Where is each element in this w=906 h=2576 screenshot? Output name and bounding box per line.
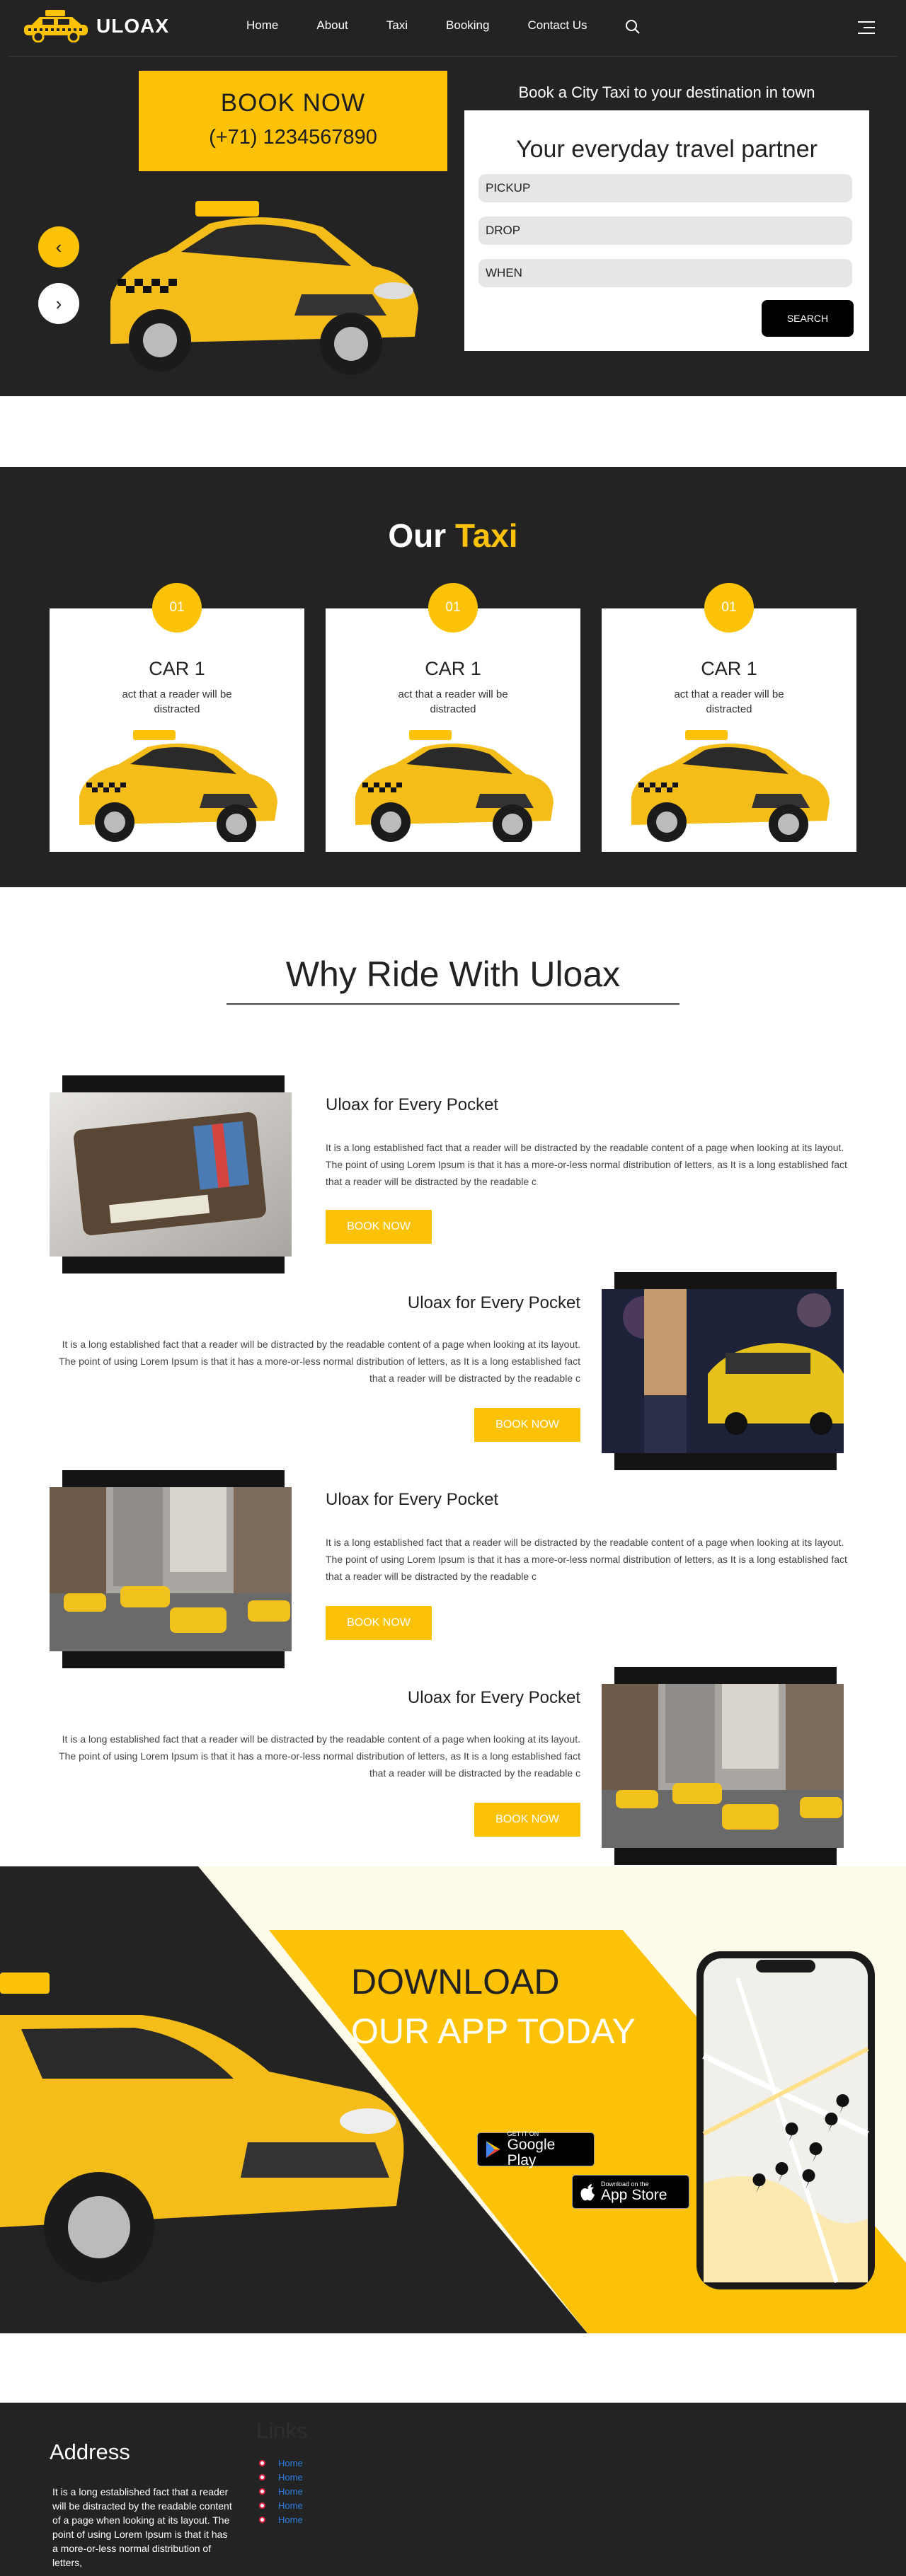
app-store-text: Download on the App Store: [601, 2181, 667, 2203]
our-taxi-title: Our Taxi: [0, 516, 906, 555]
footer-address-text: It is a long established fact that a rea…: [52, 2486, 232, 2568]
logo-text: ULOAX: [96, 15, 169, 37]
card-number-badge: 01: [428, 583, 478, 633]
card-description: act that a reader will be distracted: [674, 688, 784, 715]
book-now-box[interactable]: BOOK NOW (+71) 1234567890: [139, 71, 447, 171]
feature-text: It is a long established fact that a rea…: [59, 1339, 580, 1384]
feature-text: It is a long established fact that a rea…: [326, 1537, 847, 1582]
nav-about[interactable]: About: [316, 18, 348, 33]
footer-link[interactable]: Home: [278, 2500, 303, 2511]
nav-home[interactable]: Home: [246, 18, 278, 33]
footer-link-item: Home: [259, 2512, 303, 2526]
search-icon: [626, 20, 640, 34]
book-now-button[interactable]: BOOK NOW: [474, 1803, 580, 1837]
hero-section: ULOAX Home About Taxi Booking Contact Us…: [0, 0, 906, 396]
google-play-big: Google Play: [507, 2137, 556, 2168]
search-submit-button[interactable]: SEARCH: [762, 300, 854, 337]
why-section-title: Why Ride With Uloax: [285, 954, 621, 994]
booking-form-heading: Your everyday travel partner: [516, 136, 818, 163]
top-navbar: ULOAX Home About Taxi Booking Contact Us: [8, 0, 898, 57]
title-white-part: Our: [388, 517, 447, 554]
download-heading-line1: DOWNLOAD: [351, 1962, 560, 2002]
wallet-image: [50, 1092, 292, 1257]
title-underline: [226, 1003, 680, 1005]
booking-form-caption: Book a City Taxi to your destination in …: [518, 83, 815, 101]
hero-taxi-image: [110, 201, 418, 375]
footer-link-item: Home: [259, 2470, 303, 2484]
phone-map-mockup: [696, 1951, 875, 2289]
taxi-car-image: [631, 730, 830, 842]
google-play-text: GET IT ON Google Play: [508, 2130, 587, 2168]
footer-link-item: Home: [259, 2498, 303, 2512]
search-button[interactable]: [624, 18, 641, 39]
feature-title: Uloax for Every Pocket: [407, 1688, 580, 1707]
pickup-input[interactable]: [478, 174, 852, 202]
card-title: CAR 1: [701, 658, 757, 679]
card-number-badge: 01: [152, 583, 202, 633]
footer-links-list: Home Home Home Home Home: [259, 2456, 303, 2526]
taxi-logo-icon: [24, 10, 88, 42]
card-description: act that a reader will be distracted: [122, 688, 232, 715]
phone-number: (+71) 1234567890: [209, 126, 377, 149]
our-taxi-section: Our Taxi 01 CAR 1 act that a reader will…: [0, 467, 906, 887]
card-title: CAR 1: [149, 658, 205, 679]
hamburger-menu-icon: [858, 21, 875, 34]
feature-title: Uloax for Every Pocket: [326, 1095, 499, 1114]
logo[interactable]: ULOAX: [21, 10, 169, 42]
when-input[interactable]: [478, 259, 852, 287]
footer-link-item: Home: [259, 2484, 303, 2498]
feature-text: It is a long established fact that a rea…: [59, 1733, 580, 1779]
feature-title: Uloax for Every Pocket: [407, 1293, 580, 1312]
feature-text: It is a long established fact that a rea…: [326, 1142, 847, 1187]
booking-form: Your everyday travel partner SEARCH: [464, 110, 869, 351]
taxi-car-image: [355, 730, 554, 842]
app-store-big: App Store: [601, 2187, 667, 2203]
bullet-icon: [259, 2516, 265, 2523]
footer-links-title: Links: [256, 2418, 308, 2443]
card-description: act that a reader will be distracted: [398, 688, 508, 715]
nav-taxi[interactable]: Taxi: [386, 18, 408, 33]
book-now-label: BOOK NOW: [220, 89, 366, 117]
footer-link[interactable]: Home: [278, 2458, 303, 2468]
bullet-icon: [259, 2473, 265, 2480]
book-now-button[interactable]: BOOK NOW: [474, 1408, 580, 1442]
city-taxis-image-2: [602, 1684, 844, 1848]
taxi-car-closeup-image: [0, 1973, 404, 2282]
download-app-section: DOWNLOAD OUR APP TODAY GET IT ON Google …: [0, 1866, 906, 2333]
footer-link[interactable]: Home: [278, 2472, 303, 2483]
footer-address-title: Address: [50, 2439, 130, 2464]
apple-icon: [580, 2184, 595, 2201]
download-heading-line2: OUR APP TODAY: [351, 2011, 636, 2051]
card-title: CAR 1: [425, 658, 481, 679]
feature-title: Uloax for Every Pocket: [326, 1490, 499, 1509]
taxi-card[interactable]: 01 CAR 1 act that a reader will be distr…: [50, 583, 304, 852]
taxi-street-image: [602, 1289, 844, 1453]
taxi-car-image: [79, 730, 277, 842]
city-taxis-image: [50, 1487, 292, 1651]
book-now-button[interactable]: BOOK NOW: [326, 1606, 432, 1640]
footer: Address It is a long established fact th…: [0, 2403, 906, 2576]
google-play-icon: [486, 2141, 500, 2158]
book-now-button[interactable]: BOOK NOW: [326, 1210, 432, 1244]
carousel-prev-button[interactable]: ‹: [38, 226, 79, 267]
drop-input[interactable]: [478, 216, 852, 245]
bullet-icon: [259, 2502, 265, 2509]
footer-link[interactable]: Home: [278, 2514, 303, 2525]
bullet-icon: [259, 2488, 265, 2495]
card-number-badge: 01: [704, 583, 754, 633]
app-store-button[interactable]: Download on the App Store: [572, 2175, 689, 2209]
bullet-icon: [259, 2459, 265, 2466]
nav-contact[interactable]: Contact Us: [527, 18, 587, 33]
carousel-next-button[interactable]: ›: [38, 283, 79, 324]
main-nav: Home About Taxi Booking Contact Us: [246, 18, 626, 33]
footer-link-item: Home: [259, 2456, 303, 2470]
title-yellow-part: Taxi: [454, 517, 518, 554]
taxi-card[interactable]: 01 CAR 1 act that a reader will be distr…: [326, 583, 580, 852]
footer-link[interactable]: Home: [278, 2486, 303, 2497]
menu-button[interactable]: [855, 20, 876, 39]
nav-booking[interactable]: Booking: [446, 18, 489, 33]
taxi-card[interactable]: 01 CAR 1 act that a reader will be distr…: [602, 583, 856, 852]
google-play-button[interactable]: GET IT ON Google Play: [477, 2130, 595, 2168]
